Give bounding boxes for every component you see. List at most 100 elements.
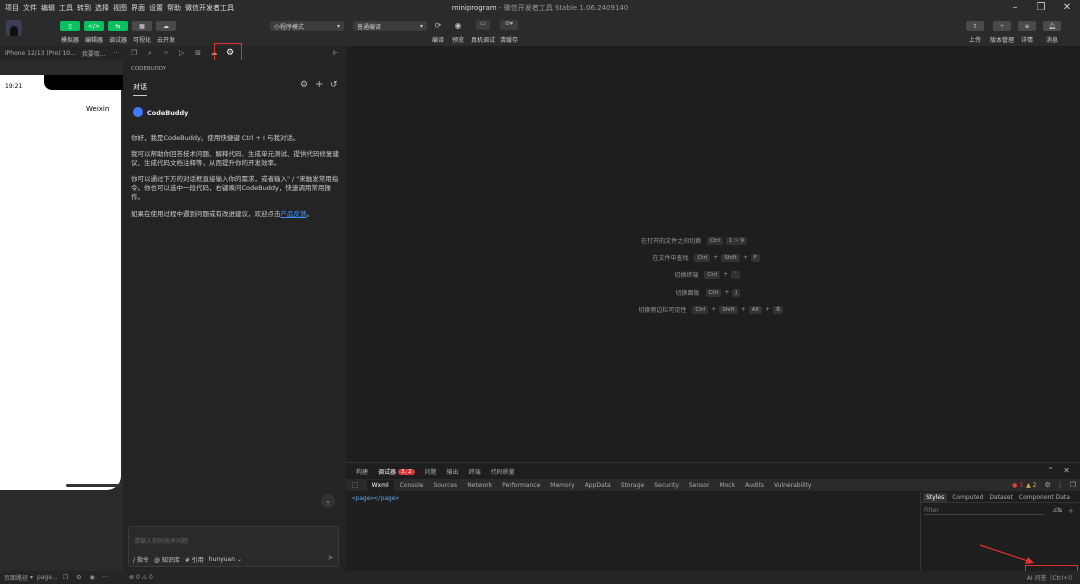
menu-goto[interactable]: 转到 — [77, 3, 91, 13]
page-path[interactable]: page... — [37, 574, 58, 581]
styles-filter-input[interactable]: Filter — [924, 507, 1044, 515]
editor-toggle[interactable]: </> — [84, 21, 104, 31]
tab-sensor[interactable]: Sensor — [689, 482, 710, 489]
command-button[interactable]: / 指令 — [133, 555, 149, 564]
tab-appdata[interactable]: AppData — [585, 482, 611, 489]
tab-performance[interactable]: Performance — [502, 482, 540, 489]
reference-button[interactable]: # 引用 — [185, 555, 204, 564]
knowledge-base-button[interactable]: @ 知识库 — [154, 555, 180, 564]
menu-tools[interactable]: 工具 — [59, 3, 73, 13]
version-icon[interactable]: ⑂ — [993, 21, 1011, 31]
files-icon[interactable]: ❐ — [126, 47, 142, 59]
dock-icon[interactable]: ❐ — [1070, 481, 1076, 489]
tab-terminal[interactable]: 终端 — [469, 467, 481, 476]
menu-file[interactable]: 文件 — [23, 3, 37, 13]
model-select[interactable]: hunyuan — [209, 556, 235, 563]
close-icon[interactable]: ✕ — [1054, 0, 1080, 15]
tab-console[interactable]: Console — [400, 482, 424, 489]
tab-computed[interactable]: Computed — [952, 494, 983, 501]
device-debug-icon[interactable]: ▭ — [476, 20, 490, 30]
simulator-toggle[interactable]: ▯ — [60, 21, 80, 31]
tab-code-quality[interactable]: 代码质量 — [491, 467, 515, 476]
panel-layout-icon[interactable]: ⊩ — [328, 47, 344, 59]
menu-help[interactable]: 帮助 — [167, 3, 181, 13]
menu-view[interactable]: 视图 — [113, 3, 127, 13]
cloud-dev-button[interactable]: ☁ — [156, 21, 176, 31]
kebab-menu-icon[interactable]: ⋮ — [1057, 481, 1064, 489]
visual-toggle[interactable]: ▦ — [132, 21, 152, 31]
tab-component-data[interactable]: Component Data — [1019, 494, 1070, 501]
tab-security[interactable]: Security — [654, 482, 679, 489]
source-control-icon[interactable]: ⑂ — [158, 47, 174, 59]
debug-icon[interactable]: ▷ — [174, 47, 190, 59]
tab-mock[interactable]: Mock — [719, 482, 735, 489]
debugger-badge: 3, 2 — [398, 468, 415, 475]
bell-icon[interactable]: 🔔︎ — [1043, 21, 1061, 31]
tab-chat[interactable]: 对话 — [133, 82, 147, 96]
scroll-down-icon[interactable]: ⌄ — [321, 494, 335, 508]
add-rule-icon[interactable]: + — [1068, 507, 1074, 515]
details-icon[interactable]: ≡ — [1018, 21, 1036, 31]
tab-storage[interactable]: Storage — [621, 482, 644, 489]
chevron-down-icon: ▾ — [336, 22, 340, 30]
warning-count-value: 2 — [1032, 481, 1037, 489]
settings-gear-icon[interactable]: ⚙ — [300, 80, 308, 90]
device-select[interactable]: iPhone 12/13 (Pro) 10... — [5, 50, 76, 57]
tab-styles[interactable]: Styles — [923, 492, 948, 502]
tab-debugger[interactable]: 调试器 — [378, 467, 396, 476]
send-icon[interactable]: ➤ — [327, 553, 334, 562]
menu-settings[interactable]: 设置 — [149, 3, 163, 13]
scale-select[interactable]: 我要取... — [82, 49, 106, 58]
mode-select[interactable]: 小程序模式 ▾ — [270, 21, 344, 31]
history-icon[interactable]: ↺ — [330, 80, 338, 90]
chat-input-box[interactable]: 请输入你的技术问题 / 指令 @ 知识库 # 引用 hunyuan ⌄ ➤ — [128, 526, 339, 567]
tab-audits[interactable]: Audits — [745, 482, 764, 489]
menu-ui[interactable]: 界面 — [131, 3, 145, 13]
minimize-icon[interactable]: – — [1002, 0, 1028, 15]
phone-screen[interactable]: 19:21 Weixin — [0, 75, 134, 490]
chevron-up-icon[interactable]: ⌃ — [1047, 466, 1054, 475]
avatar[interactable] — [6, 20, 22, 36]
clear-cache-icon[interactable]: ⊜▾ — [500, 20, 518, 30]
menu-edit[interactable]: 编辑 — [41, 3, 55, 13]
tab-dataset[interactable]: Dataset — [989, 494, 1013, 501]
chat-input[interactable]: 请输入你的技术问题 — [134, 536, 188, 545]
tab-vulnerability[interactable]: Vulnerability — [774, 482, 812, 489]
extensions-icon[interactable]: ⊞ — [190, 47, 206, 59]
shortcut-plus: + — [711, 306, 717, 313]
new-chat-plus-icon[interactable]: + — [315, 79, 323, 90]
menu-select[interactable]: 选择 — [95, 3, 109, 13]
inspect-icon[interactable]: ⬚ — [352, 481, 359, 489]
wxml-node[interactable]: <page></page> — [352, 495, 399, 502]
compile-icon[interactable]: ⟳ — [432, 21, 444, 31]
problems-status[interactable]: ⊗ 0 ⚠ 0 — [129, 574, 153, 581]
more-icon[interactable]: ··· — [114, 50, 120, 57]
more-icon[interactable]: ··· — [103, 574, 109, 581]
tab-network[interactable]: Network — [467, 482, 492, 489]
search-icon[interactable]: ⌕ — [142, 47, 158, 59]
styles-filter-row: Filter .cls + — [921, 505, 1080, 516]
tab-problems[interactable]: 问题 — [425, 467, 437, 476]
ai-qa-button[interactable]: AI 问答（Ctrl+I） — [1027, 573, 1076, 582]
copy-icon[interactable]: ❐ — [63, 574, 68, 581]
restore-icon[interactable]: ❐ — [1028, 0, 1054, 15]
menu-project[interactable]: 项目 — [5, 3, 19, 13]
compile-select[interactable]: 普通编译 ▾ — [353, 21, 427, 31]
settings-icon[interactable]: ⚙ — [1044, 481, 1050, 489]
page-path-label[interactable]: 页面路径 — [4, 573, 28, 582]
params-icon[interactable]: ⚙ — [76, 574, 81, 581]
debugger-toggle[interactable]: ⇆ — [108, 21, 128, 31]
menu-devtools[interactable]: 微信开发者工具 — [185, 3, 234, 13]
close-panel-icon[interactable]: ✕ — [1063, 466, 1070, 475]
cls-toggle[interactable]: .cls — [1052, 507, 1062, 514]
tab-sources[interactable]: Sources — [433, 482, 457, 489]
shortcut-key: Ctrl — [707, 236, 723, 245]
preview-icon[interactable]: ◉ — [452, 21, 464, 31]
tab-memory[interactable]: Memory — [550, 482, 574, 489]
tab-output[interactable]: 输出 — [447, 467, 459, 476]
eye-icon[interactable]: ◉ — [90, 574, 95, 581]
tab-build[interactable]: 构建 — [356, 467, 368, 476]
tab-wxml[interactable]: Wxml — [366, 479, 394, 491]
feedback-link[interactable]: 产品反馈 — [281, 210, 307, 218]
upload-icon[interactable]: ⇧ — [966, 21, 984, 31]
